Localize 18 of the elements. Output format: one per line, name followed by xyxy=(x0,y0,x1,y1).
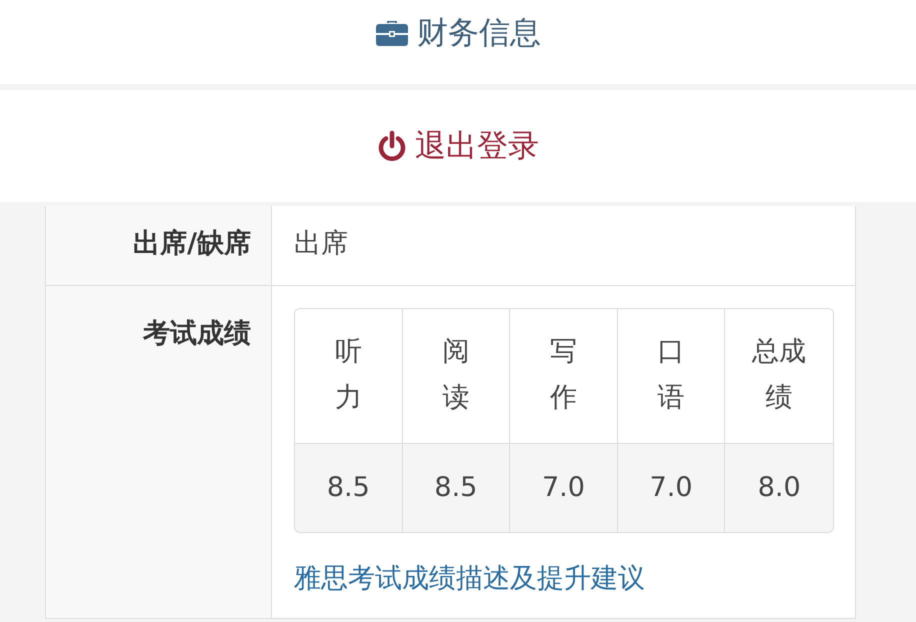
logout-link[interactable]: 退出登录 xyxy=(0,90,916,202)
score-cell: 8.0 xyxy=(725,444,833,532)
field-label: 出席/缺席 xyxy=(133,228,251,259)
column-header: 总成绩 xyxy=(725,309,833,444)
column-header: 阅读 xyxy=(402,309,510,444)
power-icon xyxy=(377,130,407,162)
score-cell: 8.5 xyxy=(402,444,510,532)
column-header: 口语 xyxy=(618,309,726,444)
advice-link[interactable]: 雅思考试成绩描述及提升建议 xyxy=(294,563,645,596)
score-cell: 7.0 xyxy=(510,444,618,532)
field-label: 考试成绩 xyxy=(143,318,251,349)
briefcase-icon xyxy=(375,19,409,47)
score-cell: 8.5 xyxy=(295,444,403,532)
score-cell: 7.0 xyxy=(618,444,726,532)
field-value: 出席 xyxy=(294,228,348,259)
column-header: 写作 xyxy=(510,309,618,444)
column-header: 听力 xyxy=(295,309,403,444)
menu-link[interactable]: 财务信息 xyxy=(0,0,916,84)
